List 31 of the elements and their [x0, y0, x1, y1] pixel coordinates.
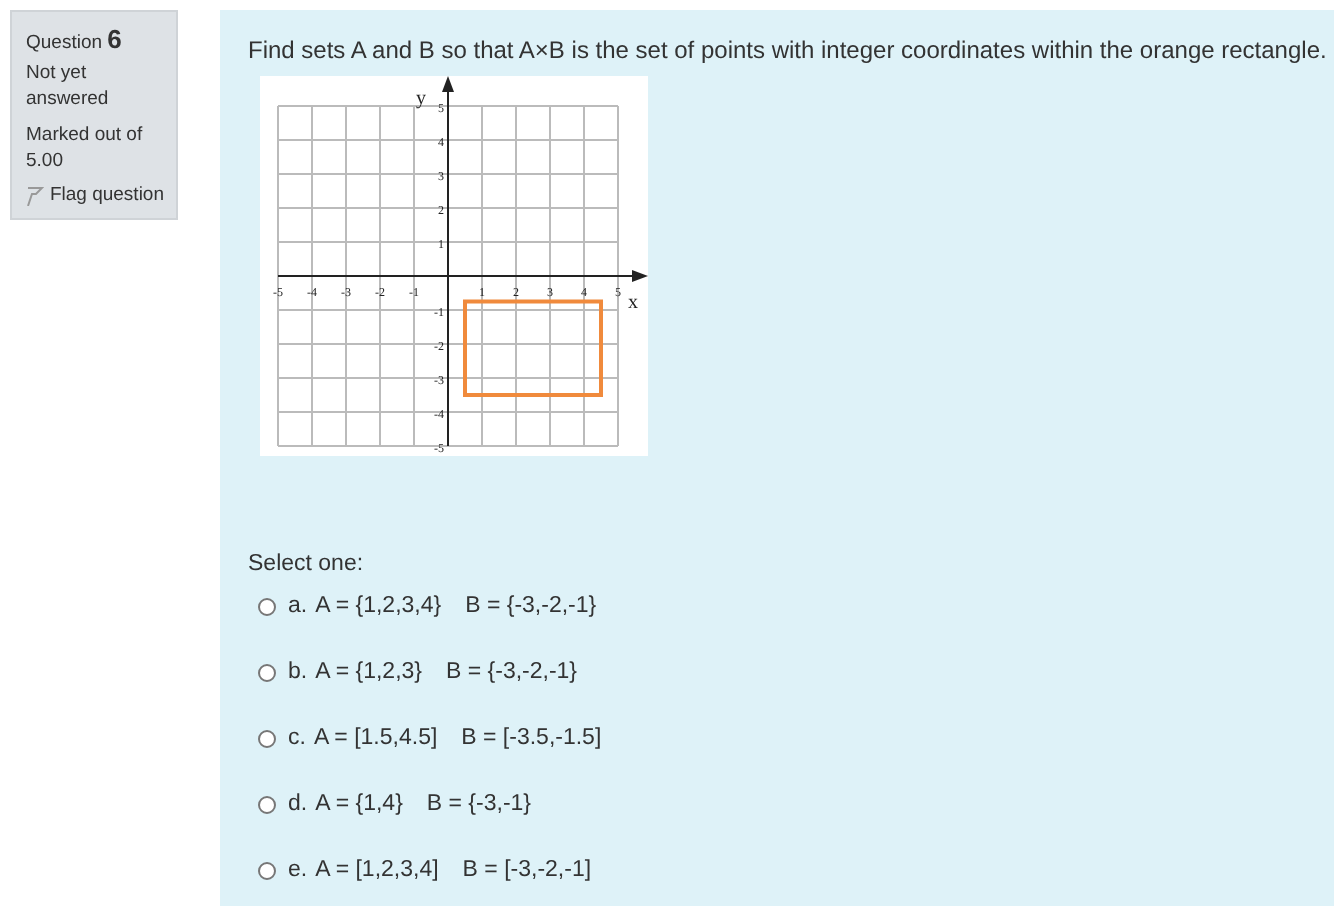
option-set-b: B = {-3,-2,-1} — [465, 594, 597, 618]
option-set-b: B = {-3,-1} — [426, 792, 532, 816]
flag-icon — [26, 185, 44, 205]
flag-question-link[interactable]: Flag question — [26, 184, 164, 206]
option-set-b: B = {-3,-2,-1} — [446, 660, 578, 684]
option-set-b: B = [-3.5,-1.5] — [461, 726, 602, 750]
option-set-a: A = {1,4} — [315, 792, 403, 816]
radio-button[interactable] — [258, 795, 276, 813]
question-label: Question — [26, 32, 103, 54]
radio-button[interactable] — [258, 729, 276, 747]
option-letter: b. — [288, 660, 308, 684]
question-text: Find sets A and B so that A×B is the set of points with integer coordinates within the orange rectangle. — [248, 36, 1329, 64]
option-set-a: A = [1.5,4.5] — [313, 726, 438, 750]
question-number: 6 — [107, 24, 122, 54]
option-set-a: A = {1,2,3,4} — [315, 594, 442, 618]
option-letter: a. — [288, 594, 308, 618]
select-prompt: Select one: — [248, 552, 366, 576]
option-letter: d. — [288, 792, 308, 816]
option-set-a: A = {1,2,3} — [315, 660, 422, 684]
x-axis-label: x — [628, 292, 638, 314]
option-set-a: A = [1,2,3,4] — [315, 858, 439, 882]
radio-button[interactable] — [258, 663, 276, 681]
option-set-b: B = [-3,-2,-1] — [462, 858, 592, 882]
question-state: Not yet answered — [26, 60, 111, 112]
y-axis-label: y — [416, 88, 426, 110]
radio-button[interactable] — [258, 597, 276, 615]
option-letter: c. — [288, 726, 306, 750]
highlighted-region-rectangle — [463, 299, 603, 397]
marks-text: Marked out of 5.00 — [26, 122, 145, 174]
option-letter: e. — [288, 858, 308, 882]
radio-button[interactable] — [258, 861, 276, 879]
